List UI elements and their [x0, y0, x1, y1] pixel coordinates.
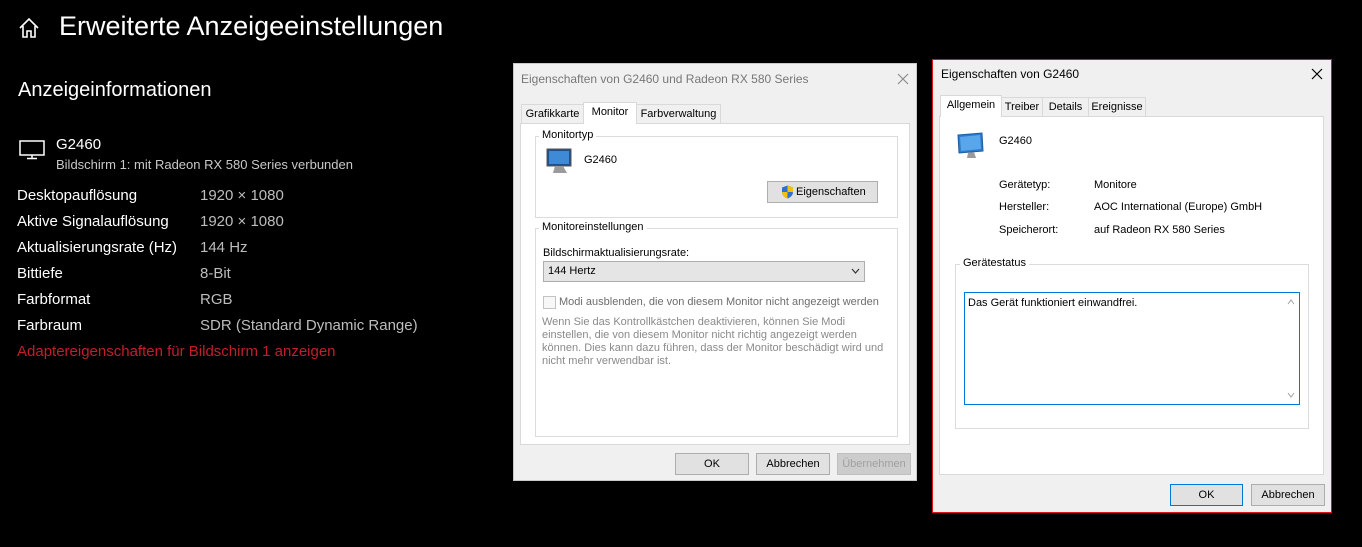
device-name: G2460: [999, 135, 1033, 147]
location-label: Speicherort:: [999, 224, 1059, 236]
manufacturer-label: Hersteller:: [999, 201, 1050, 213]
device-properties-dialog: Eigenschaften von G2460 Allgemein Treibe…: [932, 59, 1332, 513]
tab-ereignisse[interactable]: Ereignisse: [1088, 97, 1146, 117]
tab-monitor[interactable]: Monitor: [583, 102, 637, 124]
hide-modes-checkbox[interactable]: [543, 296, 556, 309]
info-value: 144 Hz: [200, 239, 248, 256]
device-type-value: Monitore: [1094, 179, 1137, 191]
monitor-type-group: [535, 136, 898, 218]
info-label: Aktive Signalauflösung: [17, 213, 169, 230]
group-label: Monitortyp: [539, 129, 597, 141]
page-title: Erweiterte Anzeigeeinstellungen: [59, 11, 444, 41]
tab-panel-monitor: Monitortyp G2460 Eigenschaften Monitorei…: [520, 123, 910, 445]
info-label: Farbformat: [17, 291, 91, 308]
device-status-text: Das Gerät funktioniert einwandfrei.: [968, 297, 1138, 309]
info-label: Desktopauflösung: [17, 187, 138, 204]
hide-modes-label: Modi ausblenden, die von diesem Monitor …: [559, 296, 879, 308]
monitor-icon: [19, 140, 45, 160]
section-title: Anzeigeinformationen: [18, 79, 212, 101]
device-type-label: Gerätetyp:: [999, 179, 1051, 191]
monitor-icon: [957, 132, 984, 158]
monitor-icon: [546, 148, 572, 173]
tab-details[interactable]: Details: [1042, 97, 1089, 117]
info-value: 1920 × 1080: [200, 213, 284, 230]
refresh-rate-label: Bildschirmaktualisierungsrate:: [543, 247, 690, 259]
dialog-title: Eigenschaften von G2460 und Radeon RX 58…: [521, 72, 809, 86]
adapter-properties-dialog: Eigenschaften von G2460 und Radeon RX 58…: [513, 63, 917, 481]
monitor-name: G2460: [584, 154, 618, 166]
shield-icon: [782, 185, 793, 199]
tab-grafikkarte[interactable]: Grafikkarte: [521, 104, 584, 124]
tab-farbverwaltung[interactable]: Farbverwaltung: [636, 104, 721, 124]
device-status-group: Das Gerät funktioniert einwandfrei.: [955, 264, 1309, 429]
tab-treiber[interactable]: Treiber: [1001, 97, 1043, 117]
group-label: Monitoreinstellungen: [539, 221, 647, 233]
tab-allgemein[interactable]: Allgemein: [940, 95, 1002, 117]
adapter-properties-link[interactable]: Adaptereigenschaften für Bildschirm 1 an…: [17, 343, 336, 360]
refresh-rate-value: 144 Hertz: [548, 265, 596, 277]
close-icon[interactable]: [1310, 67, 1324, 81]
chevron-down-icon: [851, 268, 860, 274]
cancel-button[interactable]: Abbrechen: [756, 453, 830, 475]
home-icon[interactable]: [18, 17, 40, 39]
cancel-button[interactable]: Abbrechen: [1251, 484, 1325, 506]
device-status-textbox[interactable]: Das Gerät funktioniert einwandfrei.: [964, 292, 1300, 405]
location-value: auf Radeon RX 580 Series: [1094, 224, 1225, 236]
group-label: Gerätestatus: [960, 257, 1029, 269]
info-value: 1920 × 1080: [200, 187, 284, 204]
info-value: RGB: [200, 291, 233, 308]
info-value: 8-Bit: [200, 265, 231, 282]
apply-button[interactable]: Übernehmen: [837, 453, 911, 475]
info-label: Bittiefe: [17, 265, 63, 282]
manufacturer-value: AOC International (Europe) GmbH: [1094, 201, 1263, 213]
scroll-up-icon[interactable]: [1287, 299, 1295, 305]
scroll-down-icon[interactable]: [1287, 392, 1295, 398]
ok-button[interactable]: OK: [1170, 484, 1243, 506]
dialog-title: Eigenschaften von G2460: [941, 67, 1080, 81]
tab-panel-general: G2460 Gerätetyp: Monitore Hersteller: AO…: [939, 116, 1324, 475]
monitor-name: G2460: [56, 136, 102, 153]
warning-hint-text: Wenn Sie das Kontrollkästchen deaktivier…: [542, 316, 884, 367]
properties-button-label: Eigenschaften: [796, 186, 866, 198]
refresh-rate-select[interactable]: 144 Hertz: [543, 261, 865, 282]
info-label: Aktualisierungsrate (Hz): [17, 239, 178, 256]
properties-button[interactable]: Eigenschaften: [767, 181, 878, 203]
monitor-subtitle: Bildschirm 1: mit Radeon RX 580 Series v…: [56, 157, 353, 172]
info-label: Farbraum: [17, 317, 83, 334]
close-icon[interactable]: [896, 72, 910, 86]
ok-button[interactable]: OK: [675, 453, 749, 475]
info-value: SDR (Standard Dynamic Range): [200, 317, 418, 334]
